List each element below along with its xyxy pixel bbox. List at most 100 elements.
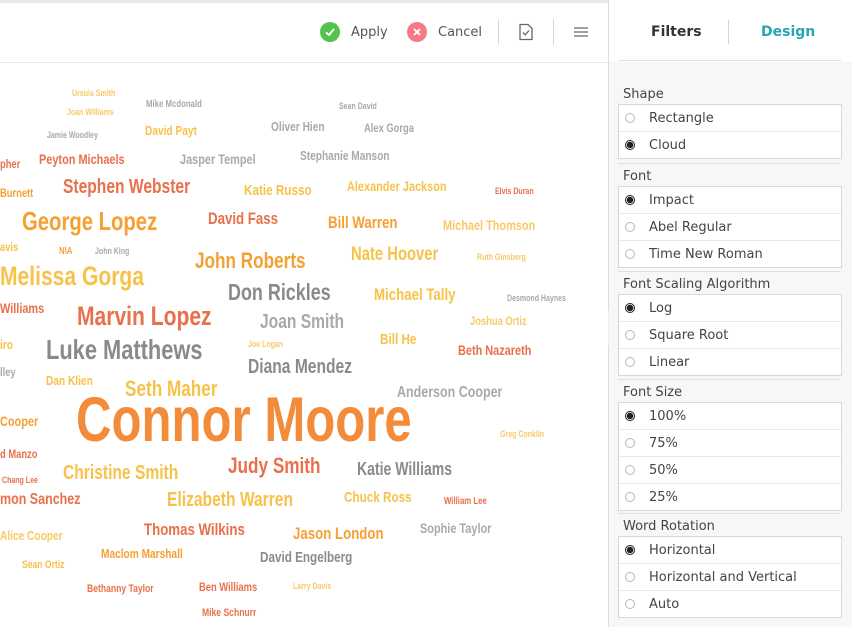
radio-button bbox=[625, 330, 635, 340]
option-auto[interactable]: Auto bbox=[619, 591, 841, 617]
word: Mike Schnurr bbox=[202, 607, 257, 619]
word: Ruth Ginsberg bbox=[477, 252, 526, 262]
option-50-percent[interactable]: 50% bbox=[619, 457, 841, 484]
apply-label: Apply bbox=[351, 24, 388, 40]
option-label: Impact bbox=[649, 192, 694, 208]
tab-design[interactable]: Design bbox=[761, 24, 815, 40]
option-25-percent[interactable]: 25% bbox=[619, 484, 841, 510]
option-square-root[interactable]: Square Root bbox=[619, 322, 841, 349]
word: Diana Mendez bbox=[248, 356, 353, 378]
word: Greg Conklin bbox=[500, 429, 545, 439]
section-divider bbox=[618, 271, 840, 272]
toolbar-top-border bbox=[0, 0, 608, 3]
option-time-new-roman[interactable]: Time New Roman bbox=[619, 241, 841, 267]
word: Burnett bbox=[0, 186, 34, 200]
option-cloud[interactable]: Cloud bbox=[619, 132, 841, 158]
word: d Manzo bbox=[0, 447, 38, 461]
word: Michael Thomson bbox=[443, 217, 536, 233]
radio-button bbox=[625, 357, 635, 367]
word: David Payt bbox=[145, 123, 197, 138]
section-divider bbox=[618, 163, 840, 164]
word: Katie Williams bbox=[357, 459, 453, 479]
panel-tabs: Filters Design bbox=[609, 0, 852, 62]
cancel-button[interactable]: Cancel bbox=[407, 20, 482, 44]
word: Anderson Cooper bbox=[397, 384, 503, 401]
option-rectangle[interactable]: Rectangle bbox=[619, 105, 841, 132]
radio-button bbox=[625, 438, 635, 448]
radio-button bbox=[625, 465, 635, 475]
word: Alex Gorga bbox=[364, 121, 414, 135]
word: N\A bbox=[59, 246, 73, 257]
word: John King bbox=[95, 246, 130, 256]
word: Joshua Ortiz bbox=[470, 314, 527, 328]
word-cloud-canvas: Ursula Smith Joan Williams Mike Mcdonald… bbox=[0, 63, 608, 627]
radio-button bbox=[625, 222, 635, 232]
option-100-percent[interactable]: 100% bbox=[619, 403, 841, 430]
radio-button-selected bbox=[625, 303, 635, 313]
toolbar-divider bbox=[498, 19, 499, 45]
design-panel: Filters Design Shape Rectangle Cloud Fon… bbox=[609, 0, 852, 627]
option-linear[interactable]: Linear bbox=[619, 349, 841, 375]
option-label: Log bbox=[649, 300, 673, 316]
word: avis bbox=[0, 240, 19, 254]
option-label: Linear bbox=[649, 354, 690, 370]
word: Stephen Webster bbox=[63, 176, 191, 198]
option-label: Horizontal bbox=[649, 542, 716, 558]
tab-filters[interactable]: Filters bbox=[651, 24, 702, 40]
checkmark-icon bbox=[320, 22, 340, 42]
section-title-shape: Shape bbox=[623, 87, 664, 102]
word: Sophie Taylor bbox=[420, 520, 492, 536]
cancel-label: Cancel bbox=[438, 24, 483, 40]
option-75-percent[interactable]: 75% bbox=[619, 430, 841, 457]
option-label: 100% bbox=[649, 408, 687, 424]
word: Alice Cooper bbox=[0, 528, 63, 543]
apply-button[interactable]: Apply bbox=[320, 20, 388, 44]
option-horizontal-and-vertical[interactable]: Horizontal and Vertical bbox=[619, 564, 841, 591]
word: Williams bbox=[0, 300, 45, 316]
radio-button bbox=[625, 599, 635, 609]
word: Alexander Jackson bbox=[347, 178, 447, 194]
word: Bill He bbox=[380, 331, 417, 348]
radio-button-selected bbox=[625, 140, 635, 150]
option-label: Horizontal and Vertical bbox=[649, 569, 797, 585]
option-label: Cloud bbox=[649, 137, 687, 153]
word: Maclom Marshall bbox=[101, 546, 183, 561]
option-horizontal[interactable]: Horizontal bbox=[619, 537, 841, 564]
word: Katie Russo bbox=[244, 182, 312, 199]
close-icon bbox=[407, 22, 427, 42]
tab-divider bbox=[728, 20, 729, 44]
option-label: 25% bbox=[649, 489, 678, 505]
option-impact[interactable]: Impact bbox=[619, 187, 841, 214]
word: pher bbox=[0, 157, 21, 171]
radio-button-selected bbox=[625, 195, 635, 205]
option-label: Rectangle bbox=[649, 110, 714, 126]
word: Sean Ortiz bbox=[22, 559, 65, 571]
word: Marvin Lopez bbox=[77, 301, 212, 331]
word: Thomas Wilkins bbox=[144, 520, 245, 539]
toolbar: Apply Cancel bbox=[0, 0, 608, 63]
font-options: Impact Abel Regular Time New Roman bbox=[618, 186, 842, 268]
word: Don Rickles bbox=[228, 279, 331, 305]
font-scaling-options: Log Square Root Linear bbox=[618, 294, 842, 376]
word: Jasper Tempel bbox=[180, 151, 256, 167]
radio-button-selected bbox=[625, 545, 635, 555]
option-label: 50% bbox=[649, 462, 678, 478]
save-document-icon[interactable] bbox=[517, 23, 535, 41]
word: Bethanny Taylor bbox=[87, 583, 154, 595]
word: Melissa Gorga bbox=[0, 261, 144, 291]
word: Joan Smith bbox=[260, 311, 345, 333]
option-abel-regular[interactable]: Abel Regular bbox=[619, 214, 841, 241]
radio-button bbox=[625, 572, 635, 582]
radio-button bbox=[625, 249, 635, 259]
word: Bill Warren bbox=[328, 213, 398, 232]
toolbar-divider bbox=[553, 19, 554, 45]
option-log[interactable]: Log bbox=[619, 295, 841, 322]
radio-button bbox=[625, 113, 635, 123]
section-title-font-scaling: Font Scaling Algorithm bbox=[623, 277, 771, 292]
word: David Fass bbox=[208, 209, 279, 228]
word: Mike Mcdonald bbox=[146, 99, 202, 110]
menu-icon[interactable] bbox=[572, 23, 590, 41]
word: iro bbox=[0, 337, 13, 352]
word: Desmond Haynes bbox=[507, 293, 566, 303]
word: Elizabeth Warren bbox=[167, 489, 293, 511]
